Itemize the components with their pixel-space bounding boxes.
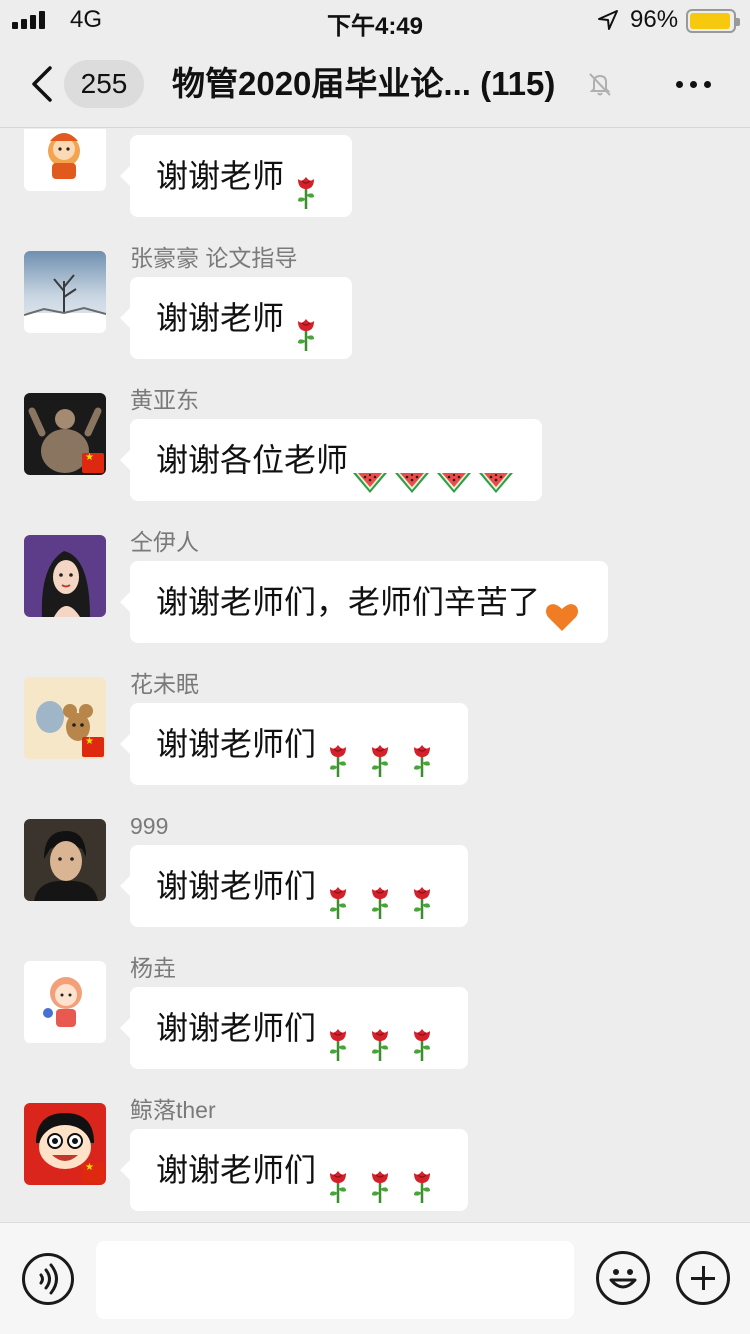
plus-icon[interactable] bbox=[676, 1251, 730, 1305]
sender-name: 鲸落ther bbox=[130, 1097, 216, 1123]
rose-icon bbox=[360, 1153, 400, 1203]
avatar[interactable] bbox=[24, 961, 106, 1043]
avatar[interactable] bbox=[24, 251, 106, 333]
message-bubble[interactable]: 谢谢老师们 bbox=[119, 1129, 469, 1211]
message-bubble[interactable]: 谢谢各位老师 bbox=[119, 419, 543, 501]
message-text: 谢谢各位老师 bbox=[156, 442, 349, 478]
message-text: 谢谢老师们 bbox=[156, 1152, 317, 1188]
watermelon-icon bbox=[434, 443, 474, 493]
message-bubble[interactable]: 谢谢老师们 bbox=[119, 703, 469, 785]
sender-name: 张豪豪 论文指导 bbox=[130, 245, 298, 271]
watermelon-icon bbox=[350, 443, 390, 493]
flag-badge-icon bbox=[82, 452, 104, 473]
rose-icon bbox=[360, 1011, 400, 1061]
rose-icon bbox=[318, 727, 358, 777]
unread-count-badge[interactable]: 255 bbox=[64, 60, 144, 108]
more-dots-icon[interactable] bbox=[672, 70, 716, 98]
message-text: 谢谢老师们 bbox=[156, 868, 317, 904]
heart-icon bbox=[542, 585, 582, 631]
battery-icon bbox=[686, 9, 740, 33]
sender-name: 仝伊人 bbox=[130, 529, 199, 555]
message-text: 谢谢老师 bbox=[156, 158, 285, 194]
watermelon-icon bbox=[476, 443, 516, 493]
rose-icon bbox=[402, 869, 442, 919]
avatar[interactable] bbox=[24, 393, 106, 475]
chat-header: 255 物管2020届毕业论... (115) bbox=[0, 40, 750, 128]
message-text: 谢谢老师们 bbox=[156, 726, 317, 762]
chat-input-bar bbox=[0, 1222, 750, 1334]
emoji-face-icon[interactable] bbox=[596, 1251, 650, 1305]
message-bubble[interactable]: 谢谢老师 bbox=[119, 277, 353, 359]
message-bubble[interactable]: 谢谢老师们，老师们辛苦了 bbox=[119, 561, 609, 643]
rose-icon bbox=[318, 869, 358, 919]
message-text: 谢谢老师们，老师们辛苦了 bbox=[156, 584, 541, 620]
voice-icon[interactable] bbox=[22, 1253, 74, 1305]
rose-icon bbox=[318, 1153, 358, 1203]
message-input[interactable] bbox=[96, 1241, 574, 1319]
rose-icon bbox=[402, 1153, 442, 1203]
battery-percent: 96% bbox=[630, 6, 679, 33]
bell-muted-icon bbox=[589, 73, 611, 96]
rose-icon bbox=[286, 159, 326, 209]
rose-icon bbox=[402, 1011, 442, 1061]
watermelon-icon bbox=[392, 443, 432, 493]
avatar[interactable] bbox=[24, 677, 106, 759]
rose-icon bbox=[286, 301, 326, 351]
message-list[interactable]: 谢谢老师 张豪豪 论文指导 谢谢老师 黄亚东 bbox=[0, 129, 750, 1221]
message-bubble[interactable]: 谢谢老师们 bbox=[119, 987, 469, 1069]
chat-title: 物管2020届毕业论... (115) bbox=[172, 65, 556, 102]
message-bubble[interactable]: 谢谢老师 bbox=[119, 135, 353, 217]
sender-name: 花未眠 bbox=[130, 671, 199, 697]
rose-icon bbox=[318, 1011, 358, 1061]
message-text: 谢谢老师们 bbox=[156, 1010, 317, 1046]
sender-name: 黄亚东 bbox=[130, 387, 199, 413]
sender-name: 999 bbox=[130, 813, 169, 839]
avatar[interactable] bbox=[24, 819, 106, 901]
chevron-left-icon[interactable] bbox=[26, 62, 58, 106]
rose-icon bbox=[360, 869, 400, 919]
avatar[interactable] bbox=[24, 129, 106, 191]
sender-name: 杨垚 bbox=[130, 955, 176, 981]
status-bar: 4G 下午4:49 96% bbox=[0, 0, 750, 40]
rose-icon bbox=[360, 727, 400, 777]
message-bubble[interactable]: 谢谢老师们 bbox=[119, 845, 469, 927]
message-text: 谢谢老师 bbox=[156, 300, 285, 336]
avatar[interactable] bbox=[24, 1103, 106, 1185]
avatar[interactable] bbox=[24, 535, 106, 617]
location-arrow-icon bbox=[598, 10, 618, 30]
flag-badge-icon bbox=[82, 736, 104, 757]
flag-badge-icon bbox=[82, 1162, 104, 1183]
rose-icon bbox=[402, 727, 442, 777]
